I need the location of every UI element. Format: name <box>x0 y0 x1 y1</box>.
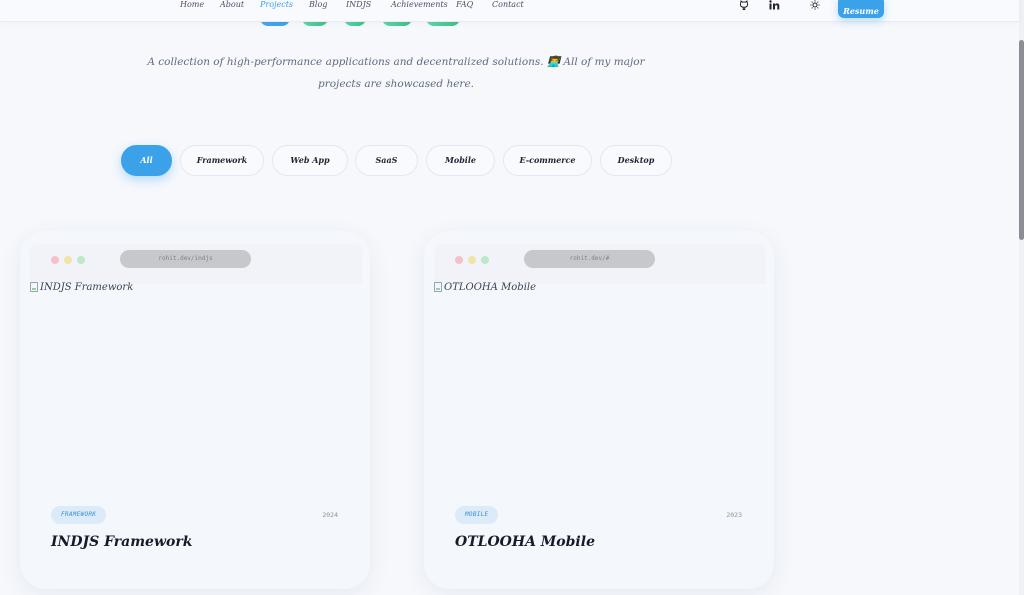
window-minimize-dot <box>468 256 476 264</box>
sun-icon[interactable] <box>810 0 820 13</box>
filter-mobile[interactable]: Mobile <box>426 145 495 176</box>
window-maximize-dot <box>481 256 489 264</box>
url-bar: rohit.dev/indjs <box>120 250 251 268</box>
project-year: 2023 <box>726 511 742 519</box>
nav-link-blog[interactable]: Blog <box>309 0 327 10</box>
category-tag: MOBILE <box>455 506 499 524</box>
window-close-dot <box>455 256 463 264</box>
project-title[interactable]: OTLOOHA Mobile <box>455 534 595 550</box>
nav-link-contact[interactable]: Contact <box>492 0 524 10</box>
window-minimize-dot <box>64 256 72 264</box>
nav-link-home[interactable]: Home <box>180 0 204 10</box>
project-title[interactable]: INDJS Framework <box>51 534 192 550</box>
nav-link-projects[interactable]: Projects <box>260 0 293 10</box>
category-tag: FRAMEWORK <box>51 506 107 524</box>
nav-link-indjs[interactable]: INDJS <box>346 0 371 10</box>
linkedin-icon[interactable] <box>769 0 780 13</box>
project-year: 2024 <box>322 511 338 519</box>
filter-saas[interactable]: SaaS <box>355 145 418 176</box>
thumbnail-alt-text: OTLOOHA Mobile <box>444 282 537 293</box>
project-card[interactable]: rohit.dev/indjs INDJS Framework FRAMEWOR… <box>20 231 370 589</box>
project-thumbnail[interactable]: INDJS Framework <box>30 281 360 501</box>
broken-image-icon <box>30 282 38 292</box>
nav-link-achievements[interactable]: Achievements <box>391 0 448 10</box>
filter-web-app[interactable]: Web App <box>272 145 348 176</box>
github-icon[interactable] <box>739 0 749 13</box>
broken-image-icon <box>434 282 442 292</box>
resume-button[interactable]: Resume <box>838 0 884 18</box>
filter-framework[interactable]: Framework <box>180 145 264 176</box>
filter-all[interactable]: All <box>121 145 172 176</box>
project-card[interactable]: rohit.dev/# OTLOOHA Mobile MOBILE 2023 O… <box>424 231 774 589</box>
nav-link-about[interactable]: About <box>220 0 244 10</box>
window-maximize-dot <box>77 256 85 264</box>
hero-subtitle: A collection of high-performance applica… <box>147 56 645 90</box>
url-bar: rohit.dev/# <box>524 250 655 268</box>
project-thumbnail[interactable]: OTLOOHA Mobile <box>434 281 764 501</box>
nav-link-faq[interactable]: FAQ <box>456 0 473 10</box>
filter-desktop[interactable]: Desktop <box>600 145 672 176</box>
filter-ecommerce[interactable]: E-commerce <box>503 145 592 176</box>
page-scrollbar-thumb[interactable] <box>1019 40 1024 240</box>
thumbnail-alt-text: INDJS Framework <box>40 282 134 293</box>
window-close-dot <box>51 256 59 264</box>
